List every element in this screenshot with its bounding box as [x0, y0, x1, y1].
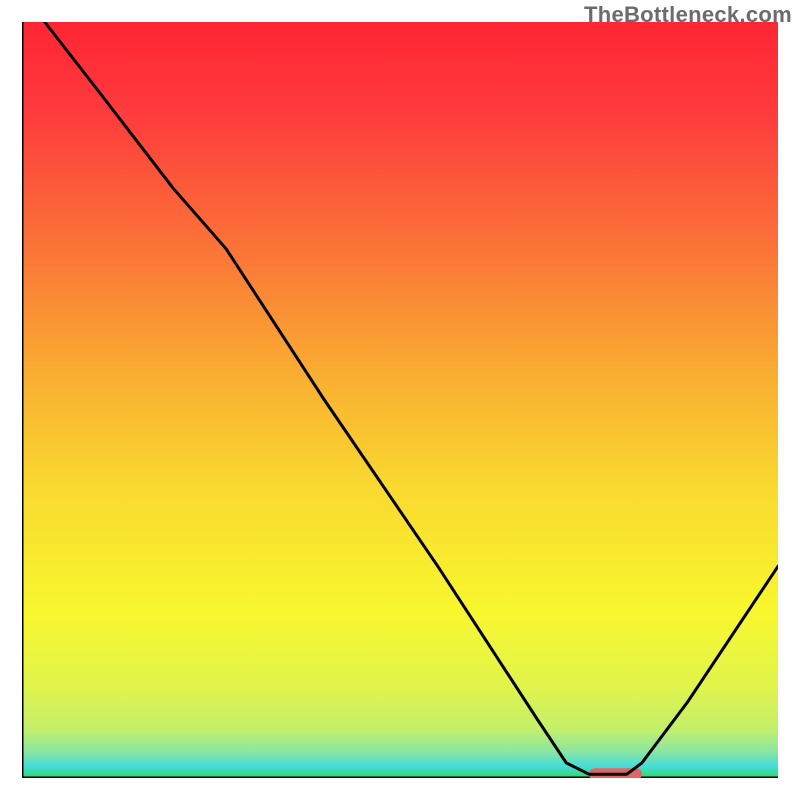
chart-container: TheBottleneck.com [0, 0, 800, 800]
background-gradient [22, 22, 778, 778]
chart-svg [22, 22, 778, 778]
watermark-text: TheBottleneck.com [584, 2, 792, 28]
plot-area [22, 22, 778, 778]
